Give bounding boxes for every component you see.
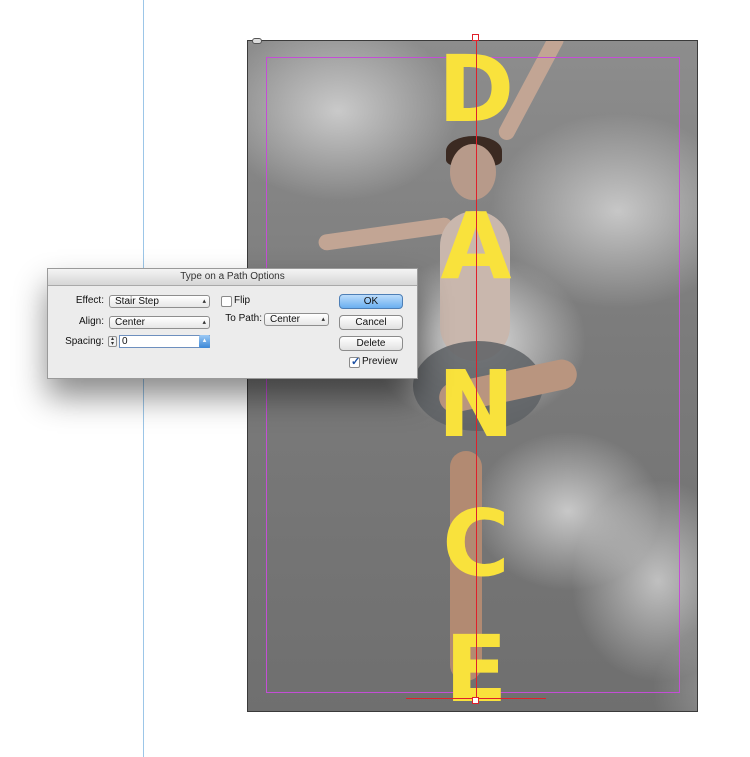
- align-select-value: Center: [115, 317, 146, 328]
- type-on-path-options-dialog: Type on a Path Options Effect: Stair Ste…: [47, 268, 418, 379]
- up-down-chevron-icon: ▴: [321, 316, 325, 323]
- to-path-label: To Path:: [225, 313, 262, 324]
- spacing-label: Spacing:: [65, 336, 104, 347]
- spacing-stepper-icon[interactable]: ▴ ▾: [108, 336, 117, 347]
- text-path-line[interactable]: [476, 37, 477, 701]
- to-path-select-value: Center: [270, 314, 301, 325]
- spacing-dropdown-chevron-icon[interactable]: ▴: [199, 335, 210, 348]
- frame-link-icon[interactable]: [252, 38, 262, 44]
- cancel-button[interactable]: Cancel: [339, 315, 403, 330]
- dialog-title[interactable]: Type on a Path Options: [48, 269, 417, 286]
- flip-label: Flip: [234, 295, 251, 306]
- preview-label: Preview: [362, 356, 398, 367]
- checkmark-icon: ✓: [351, 356, 361, 368]
- align-select[interactable]: Center ▴: [109, 316, 210, 329]
- align-label: Align:: [78, 316, 104, 327]
- effect-select-value: Stair Step: [115, 296, 159, 307]
- path-end-handle[interactable]: [472, 697, 479, 704]
- up-down-chevron-icon: ▴: [202, 298, 206, 305]
- to-path-select[interactable]: Center ▴: [264, 313, 329, 326]
- preview-checkbox[interactable]: ✓: [349, 356, 361, 368]
- delete-button[interactable]: Delete: [339, 336, 403, 351]
- effect-select[interactable]: Stair Step ▴: [109, 295, 210, 308]
- effect-label: Effect:: [75, 295, 104, 306]
- spacing-input[interactable]: 0: [119, 335, 210, 348]
- path-start-handle[interactable]: [472, 34, 479, 41]
- up-down-chevron-icon: ▴: [202, 319, 206, 326]
- ok-button[interactable]: OK: [339, 294, 403, 309]
- flip-checkbox[interactable]: [221, 296, 232, 307]
